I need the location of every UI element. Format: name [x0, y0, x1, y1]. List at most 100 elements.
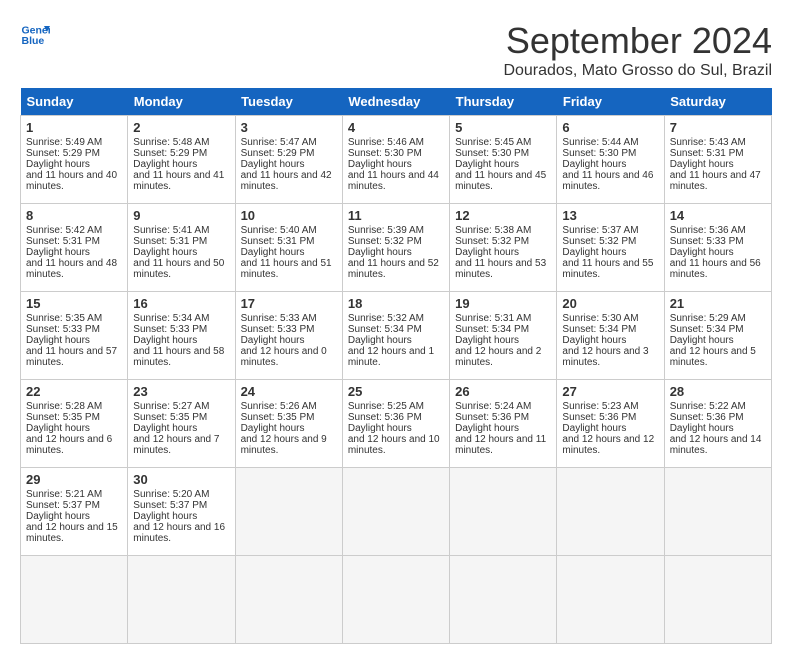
- daylight-label: Daylight hours: [348, 159, 412, 170]
- daylight-duration: and 11 hours and 41 minutes.: [133, 170, 224, 192]
- day-number: 4: [348, 120, 444, 135]
- sunrise-text: Sunrise: 5:28 AM: [26, 401, 102, 412]
- calendar-cell: 14Sunrise: 5:36 AMSunset: 5:33 PMDayligh…: [664, 204, 771, 292]
- sunrise-text: Sunrise: 5:22 AM: [670, 401, 746, 412]
- calendar-cell: 15Sunrise: 5:35 AMSunset: 5:33 PMDayligh…: [21, 292, 128, 380]
- sunset-text: Sunset: 5:31 PM: [241, 236, 315, 247]
- calendar-cell: [450, 468, 557, 556]
- header-cell-wednesday: Wednesday: [342, 88, 449, 116]
- daylight-label: Daylight hours: [348, 423, 412, 434]
- sunrise-text: Sunrise: 5:23 AM: [562, 401, 638, 412]
- daylight-duration: and 12 hours and 2 minutes.: [455, 346, 541, 368]
- sunset-text: Sunset: 5:35 PM: [241, 412, 315, 423]
- sunset-text: Sunset: 5:36 PM: [562, 412, 636, 423]
- daylight-duration: and 11 hours and 58 minutes.: [133, 346, 224, 368]
- sunset-text: Sunset: 5:35 PM: [26, 412, 100, 423]
- calendar-cell: 8Sunrise: 5:42 AMSunset: 5:31 PMDaylight…: [21, 204, 128, 292]
- calendar-cell: [21, 556, 128, 644]
- calendar-cell: [450, 556, 557, 644]
- sunset-text: Sunset: 5:36 PM: [670, 412, 744, 423]
- daylight-label: Daylight hours: [455, 335, 519, 346]
- calendar-week-row: 8Sunrise: 5:42 AMSunset: 5:31 PMDaylight…: [21, 204, 772, 292]
- day-number: 28: [670, 384, 766, 399]
- sunset-text: Sunset: 5:32 PM: [562, 236, 636, 247]
- daylight-label: Daylight hours: [133, 159, 197, 170]
- sunrise-text: Sunrise: 5:40 AM: [241, 225, 317, 236]
- daylight-duration: and 11 hours and 52 minutes.: [348, 258, 439, 280]
- day-number: 9: [133, 208, 229, 223]
- daylight-duration: and 12 hours and 9 minutes.: [241, 434, 327, 456]
- daylight-duration: and 11 hours and 48 minutes.: [26, 258, 117, 280]
- sunrise-text: Sunrise: 5:39 AM: [348, 225, 424, 236]
- calendar-week-row: [21, 556, 772, 644]
- calendar-cell: 26Sunrise: 5:24 AMSunset: 5:36 PMDayligh…: [450, 380, 557, 468]
- day-number: 12: [455, 208, 551, 223]
- day-number: 17: [241, 296, 337, 311]
- daylight-duration: and 11 hours and 51 minutes.: [241, 258, 332, 280]
- calendar-cell: [128, 556, 235, 644]
- sunset-text: Sunset: 5:33 PM: [26, 324, 100, 335]
- calendar-cell: [664, 468, 771, 556]
- daylight-duration: and 12 hours and 10 minutes.: [348, 434, 440, 456]
- daylight-duration: and 12 hours and 15 minutes.: [26, 522, 118, 544]
- daylight-label: Daylight hours: [133, 247, 197, 258]
- sunset-text: Sunset: 5:31 PM: [670, 148, 744, 159]
- sunrise-text: Sunrise: 5:24 AM: [455, 401, 531, 412]
- daylight-label: Daylight hours: [26, 511, 90, 522]
- daylight-label: Daylight hours: [455, 423, 519, 434]
- sunrise-text: Sunrise: 5:46 AM: [348, 137, 424, 148]
- calendar-cell: 1Sunrise: 5:49 AMSunset: 5:29 PMDaylight…: [21, 116, 128, 204]
- sunrise-text: Sunrise: 5:38 AM: [455, 225, 531, 236]
- calendar-cell: 24Sunrise: 5:26 AMSunset: 5:35 PMDayligh…: [235, 380, 342, 468]
- sunset-text: Sunset: 5:36 PM: [348, 412, 422, 423]
- calendar-cell: 22Sunrise: 5:28 AMSunset: 5:35 PMDayligh…: [21, 380, 128, 468]
- sunset-text: Sunset: 5:32 PM: [348, 236, 422, 247]
- day-number: 7: [670, 120, 766, 135]
- daylight-label: Daylight hours: [455, 159, 519, 170]
- day-number: 8: [26, 208, 122, 223]
- sunrise-text: Sunrise: 5:45 AM: [455, 137, 531, 148]
- daylight-label: Daylight hours: [241, 159, 305, 170]
- header-cell-monday: Monday: [128, 88, 235, 116]
- header-cell-friday: Friday: [557, 88, 664, 116]
- sunset-text: Sunset: 5:33 PM: [670, 236, 744, 247]
- calendar-header-row: SundayMondayTuesdayWednesdayThursdayFrid…: [21, 88, 772, 116]
- day-number: 27: [562, 384, 658, 399]
- day-number: 16: [133, 296, 229, 311]
- day-number: 22: [26, 384, 122, 399]
- sunset-text: Sunset: 5:33 PM: [241, 324, 315, 335]
- logo-icon: General Blue: [20, 20, 50, 50]
- calendar-week-row: 29Sunrise: 5:21 AMSunset: 5:37 PMDayligh…: [21, 468, 772, 556]
- calendar-cell: 6Sunrise: 5:44 AMSunset: 5:30 PMDaylight…: [557, 116, 664, 204]
- day-number: 19: [455, 296, 551, 311]
- day-number: 18: [348, 296, 444, 311]
- daylight-duration: and 11 hours and 47 minutes.: [670, 170, 761, 192]
- daylight-duration: and 11 hours and 56 minutes.: [670, 258, 761, 280]
- day-number: 10: [241, 208, 337, 223]
- day-number: 21: [670, 296, 766, 311]
- daylight-label: Daylight hours: [562, 423, 626, 434]
- daylight-duration: and 12 hours and 7 minutes.: [133, 434, 219, 456]
- subtitle: Dourados, Mato Grosso do Sul, Brazil: [503, 62, 772, 80]
- day-number: 23: [133, 384, 229, 399]
- day-number: 2: [133, 120, 229, 135]
- daylight-duration: and 11 hours and 42 minutes.: [241, 170, 332, 192]
- calendar-body: 1Sunrise: 5:49 AMSunset: 5:29 PMDaylight…: [21, 116, 772, 644]
- day-number: 5: [455, 120, 551, 135]
- sunset-text: Sunset: 5:29 PM: [133, 148, 207, 159]
- calendar-week-row: 15Sunrise: 5:35 AMSunset: 5:33 PMDayligh…: [21, 292, 772, 380]
- calendar-cell: [235, 556, 342, 644]
- sunset-text: Sunset: 5:30 PM: [455, 148, 529, 159]
- daylight-duration: and 12 hours and 5 minutes.: [670, 346, 756, 368]
- day-number: 24: [241, 384, 337, 399]
- month-title: September 2024: [503, 20, 772, 62]
- sunset-text: Sunset: 5:34 PM: [670, 324, 744, 335]
- day-number: 13: [562, 208, 658, 223]
- calendar-cell: 30Sunrise: 5:20 AMSunset: 5:37 PMDayligh…: [128, 468, 235, 556]
- header: General Blue September 2024 Dourados, Ma…: [20, 20, 772, 80]
- calendar-table: SundayMondayTuesdayWednesdayThursdayFrid…: [20, 88, 772, 644]
- sunrise-text: Sunrise: 5:20 AM: [133, 489, 209, 500]
- sunset-text: Sunset: 5:29 PM: [26, 148, 100, 159]
- sunset-text: Sunset: 5:37 PM: [133, 500, 207, 511]
- sunset-text: Sunset: 5:34 PM: [348, 324, 422, 335]
